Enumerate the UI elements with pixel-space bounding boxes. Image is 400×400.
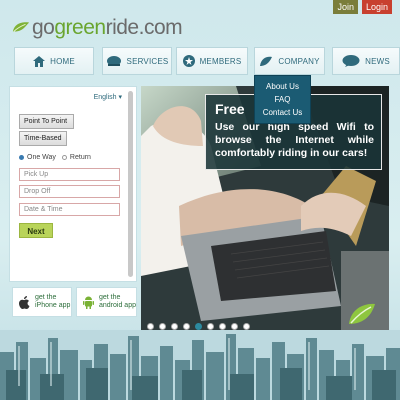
slider-dot[interactable] <box>171 323 178 330</box>
nav-home[interactable]: HOME <box>14 47 94 75</box>
nav-company-label: COMPANY <box>278 56 320 66</box>
android-icon <box>83 296 94 309</box>
main-nav: HOME SERVICES MEMBERS COMPANY NEWS <box>12 47 400 75</box>
iphone-app-button[interactable]: get the iPhone app <box>12 287 72 317</box>
slider-pagination <box>147 323 250 330</box>
nav-members[interactable]: MEMBERS <box>176 47 248 75</box>
slider-dot[interactable] <box>147 323 154 330</box>
slider-dot[interactable] <box>243 323 250 330</box>
slider-dot[interactable] <box>159 323 166 330</box>
android-app-line1: get the <box>99 294 121 301</box>
slider-dot[interactable] <box>183 323 190 330</box>
company-dropdown: About Us FAQ Contact Us <box>254 75 311 124</box>
brand-part-go: go <box>32 15 55 39</box>
leaf-icon <box>260 56 273 66</box>
apple-icon <box>19 295 30 309</box>
menu-item-about[interactable]: About Us <box>255 80 310 93</box>
next-button[interactable]: Next <box>19 223 53 238</box>
join-button[interactable]: Join <box>333 0 358 14</box>
android-app-line2: android app <box>99 302 136 309</box>
nav-services-label: SERVICES <box>126 56 169 66</box>
auth-links: Join Login <box>333 0 392 14</box>
nav-news-label: NEWS <box>365 56 390 66</box>
city-skyline-image <box>0 330 400 400</box>
trip-type-radios: One Way Return <box>19 154 91 161</box>
nav-services[interactable]: SERVICES <box>102 47 172 75</box>
panel-scrollbar[interactable] <box>128 91 133 277</box>
pickup-field[interactable]: Pick Up <box>19 168 120 181</box>
android-app-button[interactable]: get the android app <box>76 287 137 317</box>
one-way-option[interactable]: One Way <box>19 154 56 161</box>
chevron-down-icon: ▾ <box>118 94 122 101</box>
nav-company[interactable]: COMPANY <box>254 47 325 75</box>
site-logo[interactable]: gogreenride.com <box>12 14 183 40</box>
dropoff-field[interactable]: Drop Off <box>19 185 120 198</box>
android-app-label: get the android app <box>99 294 136 310</box>
slider-dot[interactable] <box>219 323 226 330</box>
time-based-button[interactable]: Time-Based <box>19 131 67 146</box>
booking-panel: English ▾ Point To Point Time-Based One … <box>9 86 137 282</box>
nav-news[interactable]: NEWS <box>332 47 400 75</box>
iphone-app-line2: iPhone app <box>35 302 71 309</box>
nav-home-label: HOME <box>50 56 75 66</box>
iphone-app-label: get the iPhone app <box>35 294 70 310</box>
home-icon <box>33 55 46 67</box>
menu-item-contact[interactable]: Contact Us <box>255 106 310 119</box>
brand-part-ride: ride <box>105 15 140 39</box>
slider-dot[interactable] <box>231 323 238 330</box>
slide-title: Free <box>215 101 245 117</box>
brand-name: gogreenride.com <box>32 15 183 39</box>
login-button[interactable]: Login <box>361 0 392 14</box>
slide-text: Use our high speed Wifi to browse the In… <box>215 121 374 159</box>
iphone-app-line1: get the <box>35 294 57 301</box>
speech-bubble-icon <box>342 55 360 67</box>
leaf-icon <box>12 22 30 32</box>
point-to-point-button[interactable]: Point To Point <box>19 114 74 129</box>
nav-members-label: MEMBERS <box>199 56 242 66</box>
return-label: Return <box>69 154 91 161</box>
language-select[interactable]: English ▾ <box>94 93 122 101</box>
slider-dot[interactable] <box>207 323 214 330</box>
menu-item-faq[interactable]: FAQ <box>255 93 310 106</box>
brand-part-green: green <box>54 15 106 39</box>
star-icon <box>182 55 195 67</box>
slider-dot[interactable] <box>195 323 202 330</box>
radio-selected-icon <box>19 154 24 160</box>
one-way-label: One Way <box>27 154 56 161</box>
service-bell-icon <box>106 56 121 66</box>
language-value: English <box>93 94 117 101</box>
leaf-icon <box>349 303 375 324</box>
radio-unselected-icon <box>61 154 67 160</box>
return-option[interactable]: Return <box>61 154 91 161</box>
datetime-field[interactable]: Date & Time <box>19 203 120 216</box>
brand-part-tld: .com <box>138 15 183 39</box>
